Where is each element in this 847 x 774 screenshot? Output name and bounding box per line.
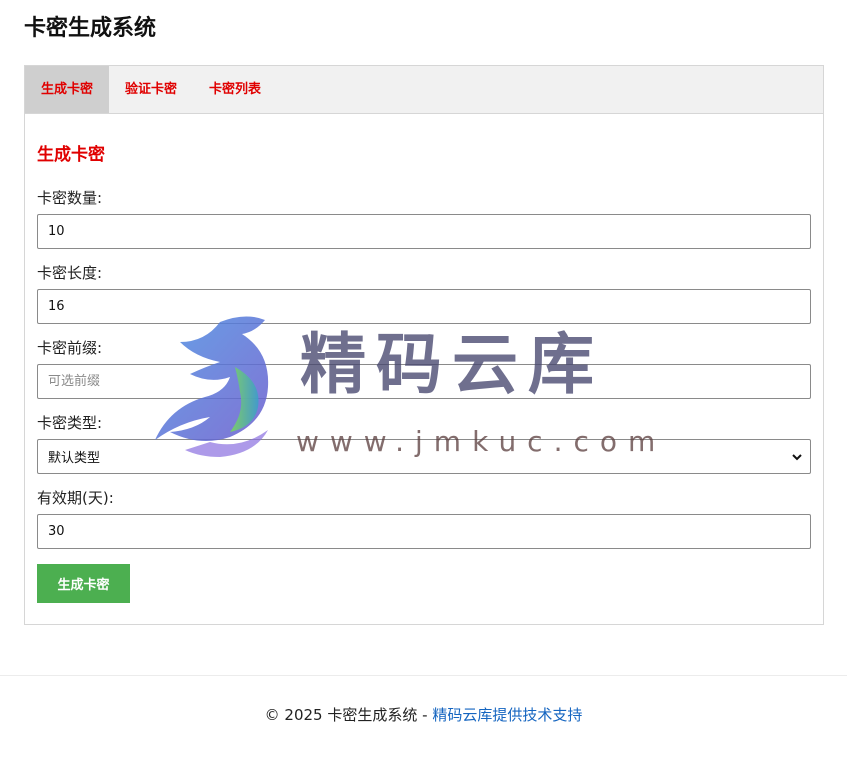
section-title: 生成卡密 xyxy=(37,145,105,165)
main-panel: 生成卡密 验证卡密 卡密列表 生成卡密 卡密数量: 卡密长度: 卡密前缀: 卡密… xyxy=(24,65,824,625)
count-label: 卡密数量: xyxy=(37,189,103,207)
tab-generate[interactable]: 生成卡密 xyxy=(25,66,110,113)
footer-divider xyxy=(0,675,847,676)
count-input[interactable] xyxy=(37,214,811,249)
tab-verify[interactable]: 验证卡密 xyxy=(109,66,193,113)
validity-label: 有效期(天): xyxy=(37,489,114,507)
footer-support-link[interactable]: 精码云库提供技术支持 xyxy=(432,706,582,724)
type-label: 卡密类型: xyxy=(37,414,103,432)
length-input[interactable] xyxy=(37,289,811,324)
type-select[interactable]: 默认类型 xyxy=(37,439,811,474)
form-content: 生成卡密 卡密数量: 卡密长度: 卡密前缀: 卡密类型: 默认类型 有效期(天)… xyxy=(25,144,823,603)
generate-button[interactable]: 生成卡密 xyxy=(37,564,130,603)
page-title: 卡密生成系统 xyxy=(24,16,157,41)
type-select-value: 默认类型 xyxy=(48,451,101,466)
footer: © 2025 卡密生成系统 - 精码云库提供技术支持 xyxy=(0,704,847,726)
prefix-label: 卡密前缀: xyxy=(37,339,103,357)
tab-list[interactable]: 卡密列表 xyxy=(193,66,277,113)
chevron-down-icon xyxy=(792,453,802,460)
length-label: 卡密长度: xyxy=(37,264,103,282)
prefix-input[interactable] xyxy=(37,364,811,399)
tab-bar: 生成卡密 验证卡密 卡密列表 xyxy=(25,66,823,114)
footer-copyright: © 2025 卡密生成系统 - xyxy=(264,706,433,724)
validity-input[interactable] xyxy=(37,514,811,549)
